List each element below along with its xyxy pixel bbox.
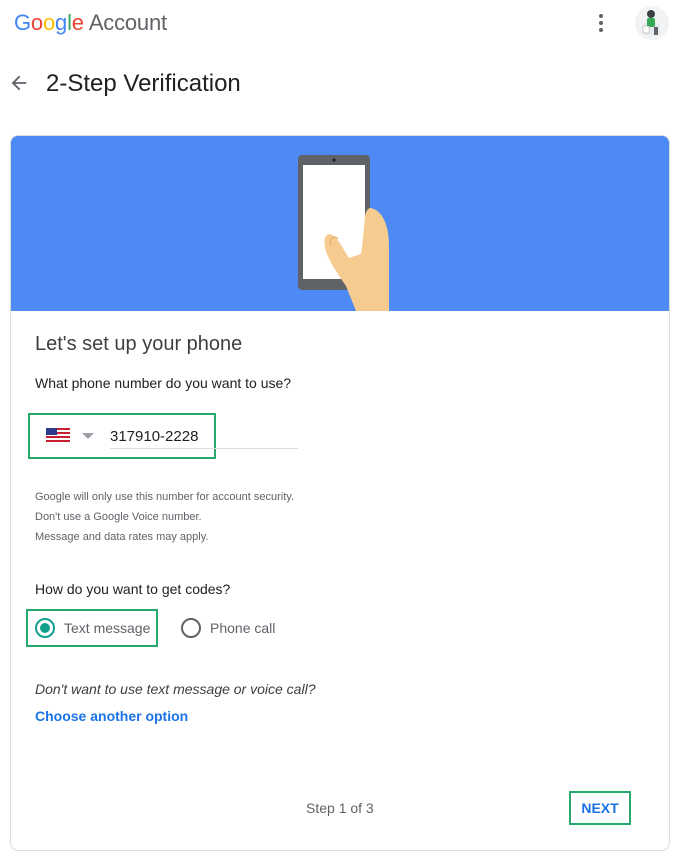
logo-letter: g <box>55 10 68 35</box>
top-bar: Google Account <box>0 0 677 50</box>
google-account-logo[interactable]: Google Account <box>14 10 167 36</box>
text-message-label[interactable]: Text message <box>64 618 150 638</box>
alternative-question: Don't want to use text message or voice … <box>35 681 316 697</box>
arrow-left-icon[interactable] <box>8 72 30 94</box>
logo-letter: e <box>71 10 84 35</box>
phone-number-input[interactable] <box>110 425 298 449</box>
next-button[interactable]: NEXT <box>569 791 631 825</box>
phone-call-label[interactable]: Phone call <box>210 618 275 638</box>
step-indicator: Step 1 of 3 <box>306 800 374 816</box>
us-flag-icon[interactable] <box>46 428 70 442</box>
choose-another-option-link[interactable]: Choose another option <box>35 706 188 726</box>
logo-letter: o <box>42 10 56 35</box>
page-title: 2-Step Verification <box>46 70 241 97</box>
logo-letter: G <box>14 10 31 35</box>
voice-note: Don't use a Google Voice number. <box>35 511 202 523</box>
country-dropdown-caret-icon[interactable] <box>82 433 94 439</box>
avatar[interactable] <box>634 5 670 41</box>
logo-suffix: Account <box>88 10 167 35</box>
rates-note: Message and data rates may apply. <box>35 531 209 543</box>
text-message-radio[interactable] <box>35 618 55 638</box>
security-note: Google will only use this number for acc… <box>35 491 295 503</box>
hand-holding-phone-illustration <box>298 155 389 311</box>
hero-banner <box>11 136 669 311</box>
vertical-dots-icon[interactable] <box>592 12 610 34</box>
codes-question: How do you want to get codes? <box>35 581 231 597</box>
phone-question: What phone number do you want to use? <box>35 375 292 391</box>
card-title: Let's set up your phone <box>35 333 243 355</box>
phone-call-radio[interactable] <box>181 618 201 638</box>
setup-card: Let's set up your phone What phone numbe… <box>10 135 670 851</box>
logo-letter: o <box>30 10 43 35</box>
